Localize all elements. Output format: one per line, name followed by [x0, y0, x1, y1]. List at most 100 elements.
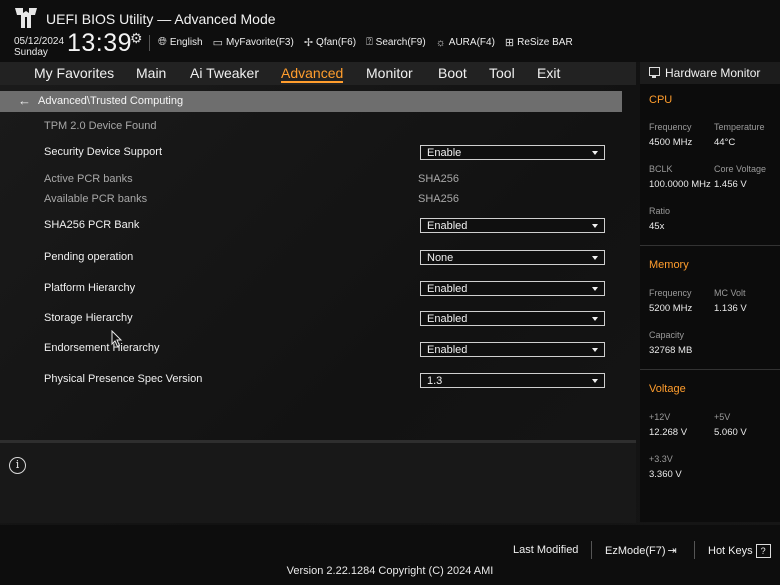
active-pcr-banks-value: SHA256	[418, 173, 459, 185]
language-label: English	[169, 37, 203, 48]
memory-section-title: Memory	[649, 259, 689, 271]
footer-divider	[694, 541, 695, 559]
tab-tool[interactable]: Tool	[489, 65, 515, 81]
storage-hierarchy-label: Storage Hierarchy	[44, 312, 133, 324]
fan-icon: ✢	[303, 37, 314, 49]
v33-label: +3.3V	[649, 454, 673, 464]
cpu-frequency-value: 4500 MHz	[649, 137, 693, 148]
footer-divider	[591, 541, 592, 559]
chevron-down-icon	[592, 379, 598, 383]
hardware-monitor-header: Hardware Monitor	[640, 62, 780, 84]
mouse-cursor-icon	[111, 330, 123, 348]
language-button[interactable]: 🌐︎ English	[158, 36, 203, 49]
platform-hierarchy-label: Platform Hierarchy	[44, 282, 136, 294]
cpu-temperature-label: Temperature	[714, 122, 765, 132]
hotkeys-label: Hot Keys	[708, 544, 753, 557]
v12-value: 12.268 V	[649, 427, 688, 438]
voltage-section-title: Voltage	[649, 383, 686, 395]
app-title: UEFI BIOS Utility — Advanced Mode	[46, 11, 276, 27]
qfan-label: Qfan(F6)	[316, 37, 357, 48]
pending-operation-dropdown[interactable]: None	[420, 250, 605, 265]
tpm-found-label: TPM 2.0 Device Found	[44, 120, 157, 132]
myfavorite-button[interactable]: ▭ MyFavorite(F3)	[213, 36, 294, 49]
cpu-memory-separator	[640, 245, 780, 246]
sha256-pcr-bank-value: Enabled	[427, 220, 468, 232]
hardware-monitor-panel: Hardware Monitor CPU Frequency Temperatu…	[640, 62, 780, 522]
core-voltage-label: Core Voltage	[714, 164, 767, 174]
search-button[interactable]: ⍰ Search(F9)	[366, 36, 426, 49]
core-voltage-value: 1.456 V	[714, 179, 747, 190]
tuf-logo-icon	[15, 8, 37, 28]
day-text: Sunday	[14, 47, 48, 58]
chevron-down-icon	[592, 151, 598, 155]
bclk-value: 100.0000 MHz	[649, 179, 711, 190]
available-pcr-banks-value: SHA256	[418, 193, 459, 205]
breadcrumb-bar: ← Advanced\Trusted Computing	[0, 91, 622, 112]
last-modified-button[interactable]: Last Modified	[513, 544, 578, 556]
storage-hierarchy-value: Enabled	[427, 313, 468, 325]
toolbar-divider	[149, 35, 150, 51]
endorsement-hierarchy-dropdown[interactable]: Enabled	[420, 342, 605, 357]
sha256-pcr-bank-dropdown[interactable]: Enabled	[420, 218, 605, 233]
v5-value: 5.060 V	[714, 427, 747, 438]
hotkeys-button[interactable]: Hot Keys?	[708, 544, 771, 558]
platform-hierarchy-value: Enabled	[427, 283, 468, 295]
memory-frequency-value: 5200 MHz	[649, 303, 693, 314]
endorsement-hierarchy-label: Endorsement Hierarchy	[44, 342, 160, 354]
chevron-down-icon	[592, 256, 598, 260]
tab-monitor[interactable]: Monitor	[366, 65, 413, 81]
ezmode-button[interactable]: EzMode(F7) ⇥	[605, 544, 677, 557]
sha256-pcr-bank-label: SHA256 PCR Bank	[44, 219, 140, 231]
platform-hierarchy-dropdown[interactable]: Enabled	[420, 281, 605, 296]
tab-main[interactable]: Main	[136, 65, 166, 81]
myfavorite-label: MyFavorite(F3)	[226, 37, 294, 48]
tab-advanced[interactable]: Advanced	[281, 65, 344, 83]
search-icon: ⍰	[366, 36, 373, 48]
physical-presence-spec-dropdown[interactable]: 1.3	[420, 373, 605, 388]
date-display: 05/12/2024 Sunday	[14, 36, 64, 58]
qfan-button[interactable]: ✢ Qfan(F6)	[304, 36, 356, 49]
tab-my-favorites[interactable]: My Favorites	[34, 65, 114, 81]
mc-volt-label: MC Volt	[714, 288, 746, 298]
tab-exit[interactable]: Exit	[537, 65, 560, 81]
v5-label: +5V	[714, 412, 731, 422]
aura-label: AURA(F4)	[448, 37, 495, 48]
security-device-support-value: Enable	[427, 147, 462, 159]
resize-bar-icon: ⊞	[504, 37, 515, 49]
footer-bar: Last Modified EzMode(F7) ⇥ Hot Keys? Vers…	[0, 525, 780, 585]
available-pcr-banks-label: Available PCR banks	[44, 193, 148, 205]
ratio-value: 45x	[649, 221, 665, 232]
physical-presence-spec-label: Physical Presence Spec Version	[44, 373, 203, 385]
aura-icon: ☼	[435, 36, 446, 49]
globe-icon: 🌐︎	[158, 36, 167, 48]
mc-volt-value: 1.136 V	[714, 303, 747, 314]
version-text: Version 2.22.1284 Copyright (C) 2024 AMI	[286, 565, 494, 577]
pending-operation-label: Pending operation	[44, 251, 134, 263]
exit-arrow-icon: ⇥	[667, 545, 677, 557]
ratio-label: Ratio	[649, 206, 671, 216]
aura-button[interactable]: ☼ AURA(F4)	[436, 36, 495, 49]
clock: 13:39	[67, 29, 133, 57]
pending-operation-value: None	[427, 252, 454, 264]
info-icon: i	[9, 457, 26, 474]
hardware-monitor-title: Hardware Monitor	[665, 66, 761, 80]
tab-ai-tweaker[interactable]: Ai Tweaker	[190, 65, 259, 81]
resize-bar-label: ReSize BAR	[517, 37, 573, 48]
breadcrumb: Advanced\Trusted Computing	[38, 95, 184, 107]
security-device-support-dropdown[interactable]: Enable	[420, 145, 605, 160]
toolbar: 🌐︎ English ▭ MyFavorite(F3) ✢ Qfan(F6) ⍰…	[158, 36, 573, 49]
top-bar: UEFI BIOS Utility — Advanced Mode 05/12/…	[0, 0, 780, 62]
tab-boot[interactable]: Boot	[438, 65, 467, 81]
main-menu: My Favorites Main Ai Tweaker Advanced Mo…	[0, 62, 636, 85]
resize-bar-button[interactable]: ⊞ ReSize BAR	[505, 36, 573, 49]
cpu-section-title: CPU	[649, 94, 673, 106]
clock-settings-icon[interactable]: ⚙	[130, 30, 143, 47]
date-text: 05/12/2024	[14, 36, 65, 47]
back-arrow-icon[interactable]: ←	[18, 93, 31, 108]
storage-hierarchy-dropdown[interactable]: Enabled	[420, 311, 605, 326]
ezmode-label: EzMode(F7)	[605, 545, 666, 557]
chevron-down-icon	[592, 348, 598, 352]
endorsement-hierarchy-value: Enabled	[427, 344, 468, 356]
bclk-label: BCLK	[649, 164, 673, 174]
monitor-icon	[649, 67, 660, 78]
